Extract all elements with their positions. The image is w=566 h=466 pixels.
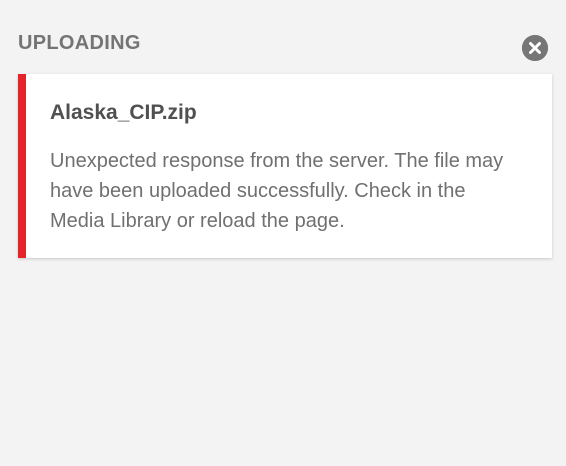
upload-panel-header: UPLOADING — [18, 28, 548, 66]
upload-panel: UPLOADING Alaska_CIP.zip Unexpected resp… — [0, 0, 566, 466]
upload-error-card: Alaska_CIP.zip Unexpected response from … — [18, 74, 552, 258]
error-status-stripe — [18, 74, 26, 258]
close-circle-icon — [522, 35, 548, 61]
file-name: Alaska_CIP.zip — [50, 101, 197, 124]
close-button[interactable] — [522, 35, 548, 61]
error-message: Unexpected response from the server. The… — [50, 150, 504, 232]
panel-title: UPLOADING — [18, 32, 141, 54]
